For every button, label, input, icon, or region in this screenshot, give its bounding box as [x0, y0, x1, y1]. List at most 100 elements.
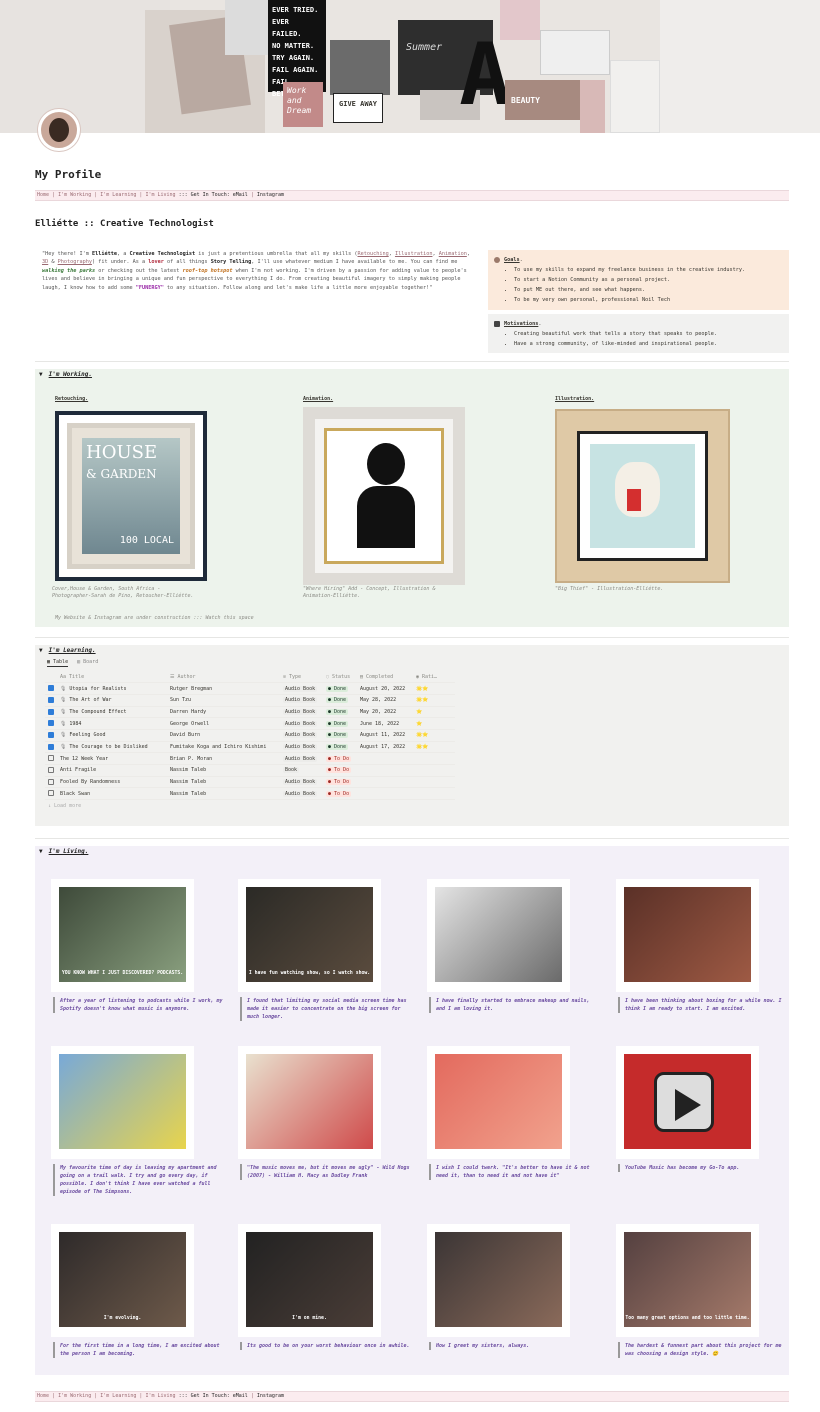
row-checkbox[interactable]	[48, 732, 54, 739]
living-title[interactable]: I'm Living.	[49, 848, 89, 855]
table-row[interactable]: 🎙 The Art of War Sun Tzu Audio Book ● Done M…	[45, 694, 455, 707]
gif-card[interactable]	[238, 1046, 381, 1159]
book-completed-date[interactable]: May 28, 2022	[357, 694, 413, 707]
row-checkbox[interactable]	[48, 767, 54, 774]
book-type-cell[interactable]: Audio Book	[280, 717, 323, 730]
nav-living-link[interactable]: I'm Living	[145, 1393, 175, 1399]
book-author[interactable]: Sun Tzu	[167, 694, 280, 707]
table-row[interactable]: Black Swan Nassim Taleb Audio Book ● To Do	[45, 787, 455, 801]
nav-learning-link[interactable]: I'm Learning	[100, 192, 136, 198]
book-status-cell[interactable]: ● Done	[323, 729, 357, 742]
book-status-cell[interactable]: ● To Do	[323, 752, 357, 765]
gif-card[interactable]	[427, 879, 570, 992]
book-title-cell[interactable]: Black Swan	[57, 787, 167, 801]
row-checkbox[interactable]	[48, 708, 54, 715]
book-author[interactable]: Nassim Taleb	[167, 787, 280, 801]
book-rating[interactable]: ⭐	[413, 717, 455, 730]
book-author[interactable]: Brian P. Moran	[167, 752, 280, 765]
book-title-cell[interactable]: 🎙 1984	[57, 717, 167, 730]
book-author[interactable]: Darren Hardy	[167, 706, 280, 719]
book-author[interactable]: Fumitake Koga and Ichiro Kishimi	[167, 741, 280, 754]
book-author[interactable]: Rutger Bregman	[167, 682, 280, 695]
row-checkbox[interactable]	[48, 790, 54, 797]
book-status-cell[interactable]: ● Done	[323, 682, 357, 695]
book-title-cell[interactable]: The 12 Week Year	[57, 752, 167, 765]
book-author[interactable]: David Burn	[167, 729, 280, 742]
book-title-cell[interactable]: 🎙 The Compound Effect	[57, 706, 167, 719]
nav-home-link[interactable]: Home	[37, 1393, 49, 1399]
book-completed-date[interactable]: August 17, 2022	[357, 741, 413, 754]
book-title-cell[interactable]: Fooled By Randomness	[57, 776, 167, 789]
gif-card[interactable]: YOU KNOW WHAT I JUST DISCOVERED? PODCAST…	[51, 879, 194, 992]
gif-card[interactable]: I'm on mine.	[238, 1224, 381, 1337]
row-checkbox[interactable]	[48, 778, 54, 785]
book-status-cell[interactable]: ● Done	[323, 741, 357, 754]
skill-link-animation[interactable]: Animation	[439, 251, 467, 257]
gif-card[interactable]: I have fun watching show, so I watch sho…	[238, 879, 381, 992]
nav-working-link[interactable]: I'm Working	[58, 1393, 91, 1399]
book-rating[interactable]: 🌟⭐	[413, 694, 455, 707]
table-row[interactable]: 🎙 Feeling Good David Burn Audio Book ● Done…	[45, 729, 455, 742]
table-row[interactable]: Anti Fragile Nassim Taleb Book ● To Do	[45, 764, 455, 777]
toggle-triangle-icon[interactable]: ▼	[39, 647, 43, 654]
gif-card[interactable]	[427, 1224, 570, 1337]
table-header-rating[interactable]: ◉ Rati…	[413, 671, 455, 684]
book-rating[interactable]: ⭐	[413, 706, 455, 719]
table-header-type[interactable]: ⊙ Type	[280, 671, 323, 684]
gif-card[interactable]	[51, 1046, 194, 1159]
book-author[interactable]: Nassim Taleb	[167, 776, 280, 789]
book-status-cell[interactable]: ● Done	[323, 717, 357, 730]
table-header-title[interactable]: Aa Title	[57, 671, 167, 684]
book-title-cell[interactable]: Anti Fragile	[57, 764, 167, 777]
toggle-triangle-icon[interactable]: ▼	[39, 371, 43, 378]
skill-link-3d[interactable]: 3D	[42, 259, 48, 265]
row-checkbox[interactable]	[48, 720, 54, 727]
book-completed-date[interactable]	[357, 776, 413, 789]
book-rating[interactable]	[413, 752, 455, 765]
row-checkbox[interactable]	[48, 755, 54, 762]
book-title-cell[interactable]: 🎙 The Courage to be Disliked	[57, 741, 167, 754]
nav-living-link[interactable]: I'm Living	[145, 192, 175, 198]
skill-link-illustration[interactable]: Illustration	[395, 251, 432, 257]
nav-home-link[interactable]: Home	[37, 192, 49, 198]
nav-instagram-link[interactable]: Instagram	[257, 192, 284, 198]
table-header-author[interactable]: ☰ Author	[167, 671, 280, 684]
table-row[interactable]: 🎙 The Courage to be Disliked Fumitake Kog…	[45, 741, 455, 754]
skill-link-photography[interactable]: Photography	[58, 259, 92, 265]
book-completed-date[interactable]	[357, 787, 413, 801]
tab-table[interactable]: ▦ Table	[47, 659, 69, 667]
table-row[interactable]: 🎙 The Compound Effect Darren Hardy Audio B…	[45, 706, 455, 719]
book-type-cell[interactable]: Audio Book	[280, 787, 323, 801]
working-title[interactable]: I'm Working.	[49, 371, 92, 378]
table-header-status[interactable]: ◌ Status	[323, 671, 357, 684]
gif-card[interactable]	[427, 1046, 570, 1159]
book-rating[interactable]: 🌟⭐	[413, 729, 455, 742]
nav-instagram-link[interactable]: Instagram	[257, 1393, 284, 1399]
gif-card[interactable]	[616, 1046, 759, 1159]
book-type-cell[interactable]: Audio Book	[280, 741, 323, 754]
book-status-cell[interactable]: ● Done	[323, 706, 357, 719]
book-rating[interactable]	[413, 776, 455, 789]
book-completed-date[interactable]: May 20, 2022	[357, 706, 413, 719]
book-completed-date[interactable]	[357, 752, 413, 765]
book-title-cell[interactable]: 🎙 Feeling Good	[57, 729, 167, 742]
gif-card[interactable]: I'm evolving.	[51, 1224, 194, 1337]
book-rating[interactable]	[413, 787, 455, 801]
table-header-completed[interactable]: ▤ Completed	[357, 671, 413, 684]
tab-board[interactable]: ▥ Board	[77, 659, 98, 665]
book-author[interactable]: George Orwell	[167, 717, 280, 730]
book-type-cell[interactable]: Audio Book	[280, 729, 323, 742]
book-author[interactable]: Nassim Taleb	[167, 764, 280, 777]
book-completed-date[interactable]	[357, 764, 413, 777]
nav-working-link[interactable]: I'm Working	[58, 192, 91, 198]
table-row[interactable]: Fooled By Randomness Nassim Taleb Audio Bo…	[45, 776, 455, 789]
book-type-cell[interactable]: Audio Book	[280, 694, 323, 707]
book-completed-date[interactable]: August 20, 2022	[357, 682, 413, 695]
book-rating[interactable]: 🌟⭐	[413, 682, 455, 695]
learning-title[interactable]: I'm Learning.	[49, 647, 96, 654]
table-row[interactable]: The 12 Week Year Brian P. Moran Audio Book…	[45, 752, 455, 765]
book-status-cell[interactable]: ● Done	[323, 694, 357, 707]
load-more-button[interactable]: ↓ Load more	[45, 803, 455, 809]
book-status-cell[interactable]: ● To Do	[323, 776, 357, 789]
nav-email-link[interactable]: eMail	[233, 192, 248, 198]
